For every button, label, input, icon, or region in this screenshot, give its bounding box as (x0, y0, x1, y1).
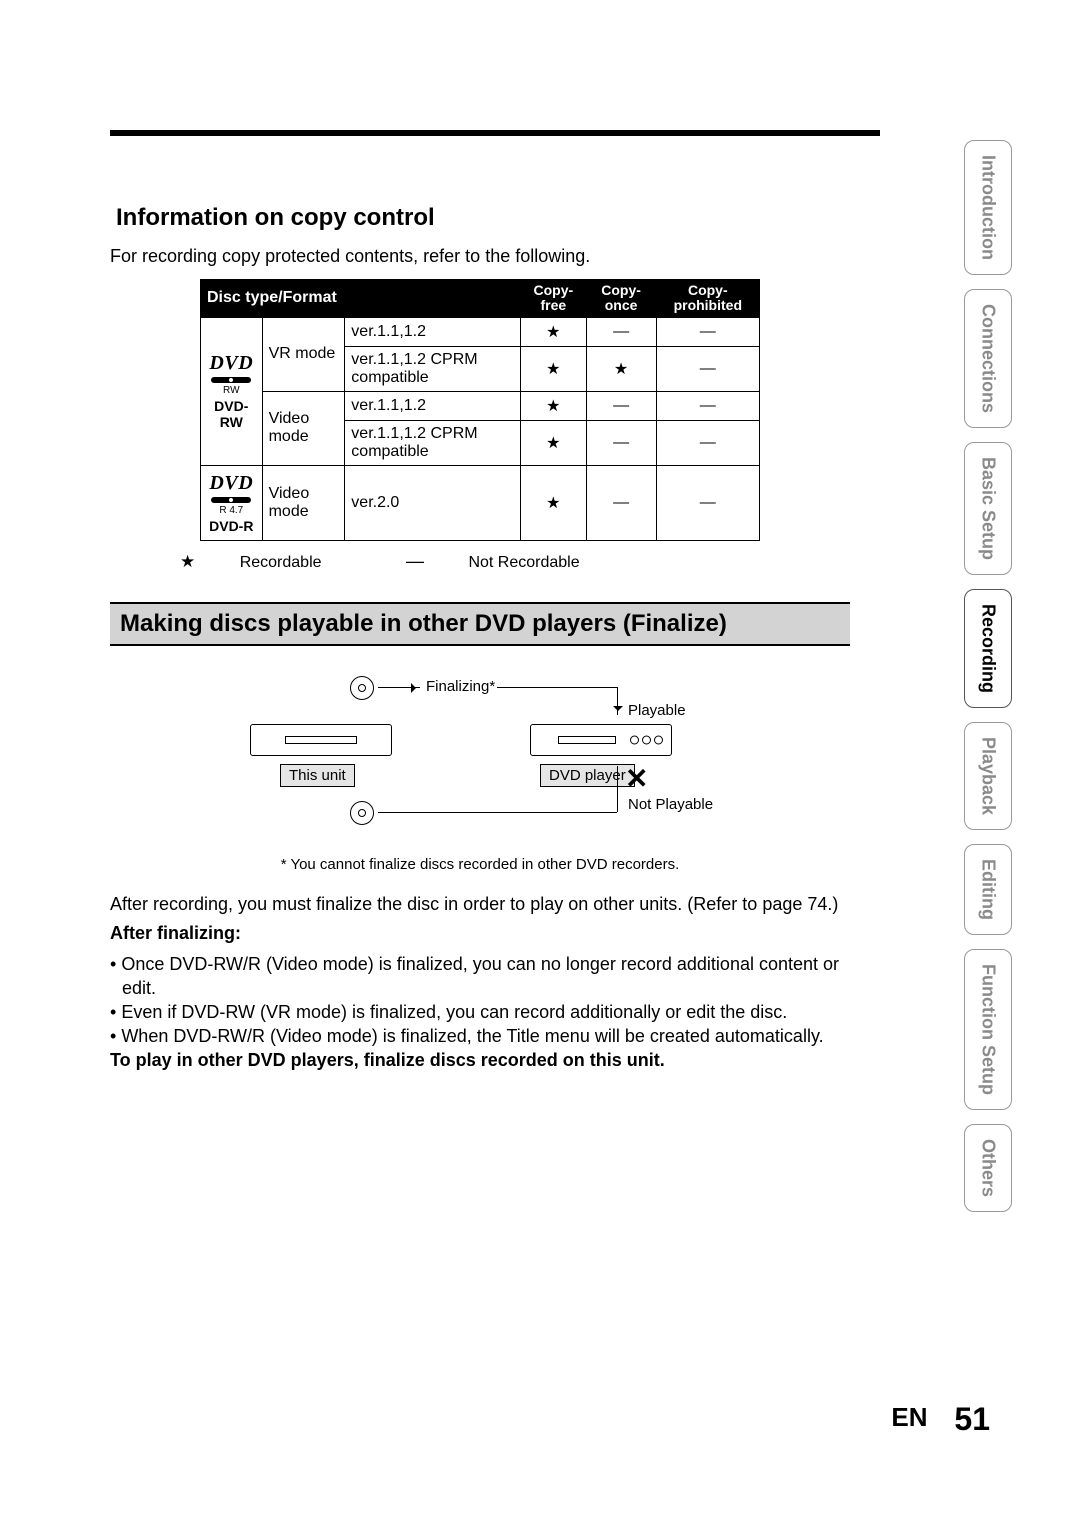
cell-free: ★ (521, 317, 586, 346)
dvd-logo-sub: RW (223, 385, 239, 396)
label-this-unit: This unit (280, 764, 355, 787)
dvd-logo-sub: R 4.7 (219, 505, 243, 516)
sidebar-tab-recording[interactable]: Recording (964, 589, 1012, 708)
cell-proh: — (656, 420, 759, 465)
after-finalizing-list: Once DVD-RW/R (Video mode) is finalized,… (110, 952, 850, 1049)
legend-star-icon: ★ (180, 552, 195, 571)
sidebar-tab-introduction[interactable]: Introduction (964, 140, 1012, 275)
cell-once: — (586, 391, 656, 420)
page: Introduction Connections Basic Setup Rec… (0, 0, 1080, 1528)
section2-title: Making discs playable in other DVD playe… (110, 602, 850, 646)
disc-icon (350, 801, 374, 825)
footer-page-number: 51 (954, 1401, 990, 1437)
sidebar-label: Playback (978, 737, 999, 815)
cell-free: ★ (521, 391, 586, 420)
x-icon: ✕ (625, 762, 648, 795)
line-icon (497, 687, 617, 688)
cell-proh: — (656, 346, 759, 391)
mode-cell: VR mode (262, 317, 345, 391)
dvd-player-device-icon (530, 724, 672, 756)
sidebar-tab-function-setup[interactable]: Function Setup (964, 949, 1012, 1110)
bold-note: To play in other DVD players, finalize d… (110, 1049, 850, 1072)
list-item: Once DVD-RW/R (Video mode) is finalized,… (110, 952, 850, 1001)
sidebar-label: Connections (978, 304, 999, 413)
content: Information on copy control For recordin… (110, 120, 850, 1072)
legend-not-recordable: Not Recordable (468, 554, 579, 571)
sidebar-label: Introduction (978, 155, 999, 260)
section1-title: Information on copy control (110, 200, 850, 236)
dvd-logo-text: DVD (209, 352, 253, 375)
th-copy-free: Copy-free (521, 280, 586, 318)
cell-once: ★ (586, 346, 656, 391)
dvd-logo-text: DVD (209, 472, 253, 495)
cell-free: ★ (521, 465, 586, 540)
cell-once: — (586, 317, 656, 346)
sidebar-label: Function Setup (978, 964, 999, 1095)
after-finalizing-heading: After finalizing: (110, 922, 850, 945)
page-footer: EN 51 (891, 1401, 990, 1438)
version-cell: ver.1.1,1.2 CPRM compatible (345, 420, 521, 465)
disc-logo-dvdr: DVD R 4.7 DVD-R (201, 465, 263, 540)
sidebar-tab-playback[interactable]: Playback (964, 722, 1012, 830)
legend-dash-icon: — (406, 551, 424, 571)
footer-lang: EN (891, 1402, 927, 1432)
finalize-diagram: Finalizing* Playable This unit DVD playe… (230, 666, 730, 846)
line-icon (617, 766, 618, 812)
section1-intro: For recording copy protected contents, r… (110, 246, 850, 267)
mode-cell: Video mode (262, 391, 345, 465)
cell-proh: — (656, 317, 759, 346)
arrow-icon (617, 687, 618, 715)
copy-control-table: Disc type/Format Copy-free Copy-once Cop… (200, 279, 760, 541)
label-finalizing: Finalizing* (426, 678, 495, 695)
label-not-playable: Not Playable (628, 796, 713, 813)
dvd-logo-bar-icon (211, 497, 251, 503)
section2-para1: After recording, you must finalize the d… (110, 893, 850, 916)
list-item: Even if DVD-RW (VR mode) is finalized, y… (110, 1000, 850, 1024)
sidebar-tab-others[interactable]: Others (964, 1124, 1012, 1212)
sidebar-tab-connections[interactable]: Connections (964, 289, 1012, 428)
legend-recordable: Recordable (240, 554, 322, 571)
list-item: When DVD-RW/R (Video mode) is finalized,… (110, 1024, 850, 1048)
cell-once: — (586, 465, 656, 540)
dvd-logo-bar-icon (211, 377, 251, 383)
label-dvd-player: DVD player (540, 764, 635, 787)
th-disc: Disc type/Format (201, 280, 521, 318)
table-legend: ★ Recordable — Not Recordable (180, 551, 850, 572)
version-cell: ver.1.1,1.2 CPRM compatible (345, 346, 521, 391)
sidebar-label: Editing (978, 859, 999, 920)
version-cell: ver.2.0 (345, 465, 521, 540)
sidebar-label: Others (978, 1139, 999, 1197)
version-cell: ver.1.1,1.2 (345, 317, 521, 346)
cell-free: ★ (521, 420, 586, 465)
label-playable: Playable (628, 702, 686, 719)
version-cell: ver.1.1,1.2 (345, 391, 521, 420)
sidebar-tab-basic-setup[interactable]: Basic Setup (964, 442, 1012, 575)
sidebar: Introduction Connections Basic Setup Rec… (964, 140, 1012, 1226)
sidebar-label: Basic Setup (978, 457, 999, 560)
sidebar-tab-editing[interactable]: Editing (964, 844, 1012, 935)
mode-cell: Video mode (262, 465, 345, 540)
th-copy-prohibited: Copy-prohibited (656, 280, 759, 318)
diagram-footnote: * You cannot finalize discs recorded in … (110, 856, 850, 873)
cell-once: — (586, 420, 656, 465)
dvd-logo-name: DVD-RW (205, 398, 258, 430)
this-unit-device-icon (250, 724, 392, 756)
cell-proh: — (656, 465, 759, 540)
th-copy-once: Copy-once (586, 280, 656, 318)
sidebar-label: Recording (978, 604, 999, 693)
line-icon (378, 812, 617, 813)
disc-logo-dvdrw: DVD RW DVD-RW (201, 317, 263, 465)
disc-icon (350, 676, 374, 700)
dvd-logo-name: DVD-R (209, 518, 253, 534)
cell-free: ★ (521, 346, 586, 391)
arrow-icon (378, 687, 420, 688)
cell-proh: — (656, 391, 759, 420)
